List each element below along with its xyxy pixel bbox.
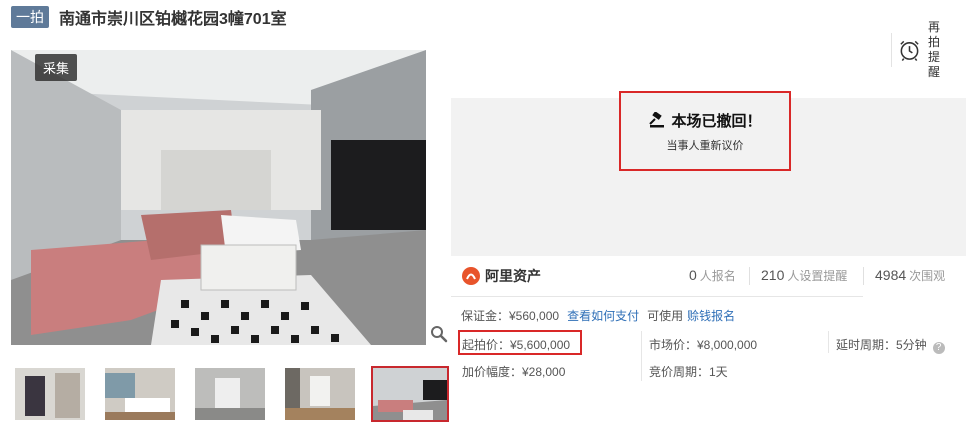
delay-period: 延时周期：5分钟?: [836, 336, 945, 354]
market-price: 市场价：¥8,000,000: [649, 338, 758, 352]
divider: [749, 267, 750, 285]
bid-period: 竞价周期：1天: [649, 365, 728, 379]
how-to-pay-link[interactable]: 查看如何支付: [567, 307, 639, 324]
withdrawn-notice: 本场已撤回！ 当事人重新议价: [619, 91, 791, 171]
status-title: 本场已撤回！: [671, 112, 762, 130]
auction-status-panel: 本场已撤回！ 当事人重新议价: [451, 91, 966, 256]
signup-stat: 0 人报名: [689, 267, 736, 283]
gavel-icon: [649, 112, 665, 128]
divider: [641, 331, 642, 381]
thumbnail-2[interactable]: [105, 368, 175, 420]
reminder-stat: 210 人设置提醒: [761, 267, 848, 283]
title-row: 一拍 南通市崇川区铂樾花园3幢701室: [11, 5, 287, 29]
loan-signup-link[interactable]: 赊钱报名: [687, 307, 735, 324]
thumbnail-3[interactable]: [195, 368, 265, 420]
remind-button[interactable]: 再拍 提醒: [891, 20, 951, 79]
views-stat: 4984 次围观: [875, 267, 946, 283]
deposit-value: 保证金：¥560,000: [461, 309, 560, 323]
divider: [863, 267, 864, 285]
remind-label: 再拍 提醒: [928, 20, 941, 79]
price-increment: 加价幅度：¥28,000: [462, 365, 566, 379]
main-photo[interactable]: 采集: [11, 50, 426, 345]
living-room-photo: [11, 50, 426, 345]
start-price: 起拍价：¥5,600,000: [462, 338, 571, 352]
divider: [451, 296, 863, 297]
help-icon[interactable]: ?: [932, 342, 945, 354]
status-subtitle: 当事人重新议价: [666, 139, 744, 152]
divider: [828, 331, 829, 353]
available-label: 可使用: [647, 309, 684, 323]
thumbnail-strip: [11, 365, 451, 423]
ali-assets-logo[interactable]: 阿里资产: [461, 266, 541, 286]
page-title: 南通市崇川区铂樾花园3幢701室: [59, 11, 287, 28]
thumbnail-5-selected[interactable]: [371, 366, 449, 422]
thumbnail-1[interactable]: [15, 368, 85, 420]
auction-round-badge: 一拍: [11, 6, 49, 28]
stats-row: 阿里资产 0 人报名 210 人设置提醒 4984 次围观: [451, 256, 966, 296]
deposit-row: 保证金：¥560,000 查看如何支付 可使用 赊钱报名: [461, 307, 735, 324]
source-tag: 采集: [35, 54, 78, 81]
alarm-clock-icon: [900, 40, 919, 62]
ali-logo-icon: [462, 267, 480, 285]
thumbnail-4[interactable]: [285, 368, 355, 420]
magnifier-icon[interactable]: [430, 325, 448, 343]
